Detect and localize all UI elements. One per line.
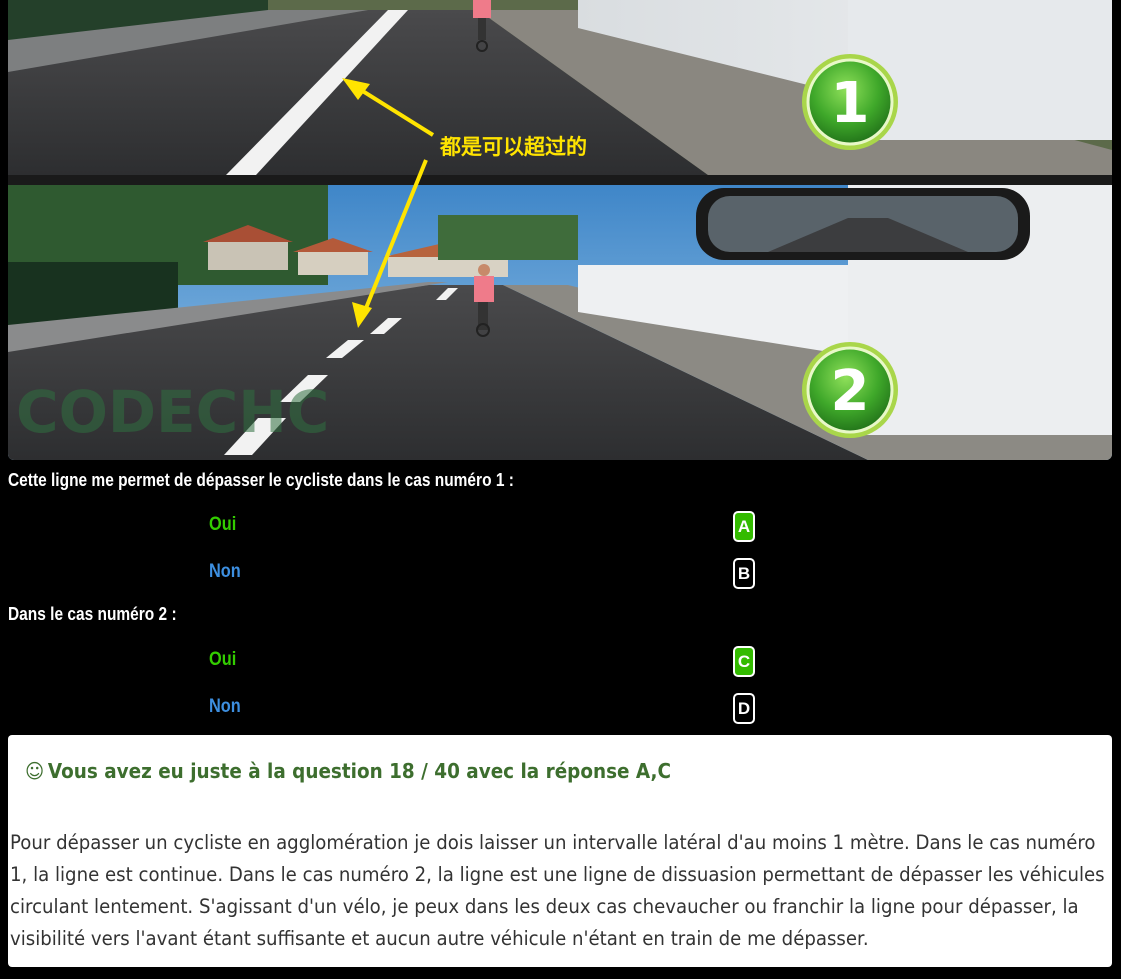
- question-1-text: Cette ligne me permet de dépasser le cyc…: [8, 470, 514, 490]
- codechc-watermark: CODECHC: [16, 378, 329, 446]
- result-explanation: Pour dépasser un cycliste en agglomérati…: [10, 831, 1105, 950]
- result-title: ☺ Vous avez eu juste à la question 18 / 4…: [25, 759, 671, 783]
- annotation-text: 都是可以超过的: [439, 135, 587, 159]
- badge-2-text: 2: [831, 359, 870, 424]
- scene-case-2: CODECHC 2: [8, 185, 1112, 460]
- q1-option-non[interactable]: Non: [209, 561, 241, 583]
- badge-case-1-icon: 1: [802, 54, 898, 150]
- rear-view-mirror: [696, 188, 1030, 260]
- result-title-text: Vous avez eu juste à la question 18 / 40…: [47, 759, 671, 783]
- answer-a-button[interactable]: A: [733, 511, 755, 542]
- q1-option-oui[interactable]: Oui: [209, 514, 236, 536]
- answer-c-button[interactable]: C: [733, 646, 755, 677]
- badge-1-text: 1: [831, 71, 870, 136]
- result-panel: ☺ Vous avez eu juste à la question 18 / 4…: [8, 735, 1112, 967]
- answer-d-button[interactable]: D: [733, 693, 755, 724]
- badge-case-2-icon: 2: [802, 342, 898, 438]
- question-image: 1 CODECHC 2 都是可以超过的: [8, 0, 1112, 460]
- q2-option-non[interactable]: Non: [209, 696, 241, 718]
- question-2-text: Dans le cas numéro 2 :: [8, 604, 177, 624]
- answer-b-button[interactable]: B: [733, 558, 755, 589]
- smiley-icon: ☺: [25, 759, 45, 783]
- q2-option-oui[interactable]: Oui: [209, 649, 236, 671]
